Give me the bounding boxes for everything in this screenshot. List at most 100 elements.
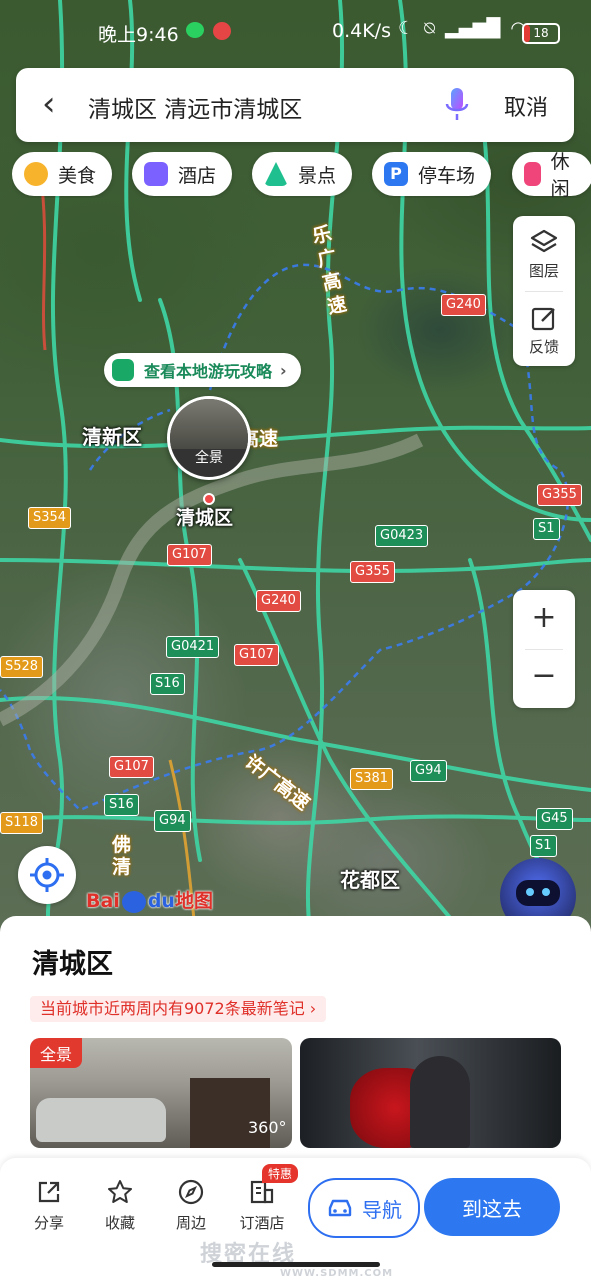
status-time: 晚上9:46	[98, 24, 179, 46]
local-guide-tip-label: 查看本地游玩攻略	[144, 362, 273, 381]
feedback-button[interactable]: 反馈	[513, 304, 575, 357]
chip-food[interactable]: 美食	[12, 152, 113, 196]
voice-mic-icon[interactable]	[444, 86, 470, 124]
chip-parking[interactable]: P 停车场	[372, 152, 492, 196]
panorama-thumbnail	[170, 399, 248, 449]
panorama-photo[interactable]: 全景 360°	[30, 1038, 292, 1148]
highway-label-foqing: 佛清	[112, 834, 132, 878]
divider	[525, 291, 563, 292]
mute-icon: ⍉	[424, 18, 435, 39]
cancel-button[interactable]: 取消	[504, 90, 548, 122]
compass-icon	[178, 1179, 204, 1205]
wechat-icon	[186, 22, 204, 38]
car-icon	[328, 1199, 352, 1217]
special-offer-badge: 特惠	[262, 1164, 299, 1183]
logo-text-bai: Bai	[86, 890, 120, 912]
zoom-in-button[interactable]: +	[513, 600, 575, 635]
layers-icon	[530, 229, 558, 253]
back-arrow-icon[interactable]: ‹	[42, 86, 56, 122]
navigate-label: 导航	[362, 1197, 402, 1222]
guide-icon	[112, 359, 134, 381]
chip-hotel[interactable]: 酒店	[132, 152, 233, 196]
feedback-label: 反馈	[528, 338, 559, 356]
logo-text-du: du	[147, 890, 175, 912]
logo-text-map: 地图	[174, 890, 213, 912]
scenic-icon	[264, 162, 288, 186]
local-guide-tip[interactable]: 查看本地游玩攻略 ›	[104, 353, 301, 387]
signal-icon: ▂▄▆█	[444, 18, 501, 39]
baidu-map-logo: Bai du地图	[86, 886, 213, 913]
location-pin[interactable]	[203, 493, 215, 505]
road-shield: G0423	[375, 525, 429, 547]
divider	[525, 649, 563, 650]
paw-icon	[121, 890, 146, 913]
robot-face	[516, 880, 560, 906]
food-icon	[24, 162, 48, 186]
zoom-control: + −	[513, 590, 575, 708]
road-shield: G355	[350, 561, 395, 583]
panorama-tag: 全景	[30, 1038, 83, 1068]
chip-label: 停车场	[418, 164, 476, 187]
chip-label: 休闲	[550, 152, 570, 198]
navigate-button[interactable]: 导航	[308, 1178, 420, 1238]
parking-icon: P	[384, 162, 408, 186]
layers-label: 图层	[528, 262, 559, 280]
chip-leisure[interactable]: 休闲	[512, 152, 591, 198]
map-tools: 图层 反馈	[513, 216, 575, 366]
share-button[interactable]: 分享	[21, 1178, 77, 1233]
search-bar[interactable]: ‹ 清城区 清远市清城区 取消	[16, 68, 574, 142]
favorite-button[interactable]: 收藏	[92, 1178, 148, 1233]
home-indicator[interactable]	[212, 1262, 380, 1267]
360-badge: 360°	[248, 1118, 287, 1137]
zoom-out-button[interactable]: −	[513, 658, 575, 693]
panorama-bubble[interactable]: 全景	[167, 396, 251, 480]
watermark-url: WWW.SDMM.COM	[280, 1268, 394, 1279]
moon-icon: ☾	[398, 18, 415, 39]
watermark: 搜密在线 WWW.SDMM.COM	[200, 1236, 393, 1279]
road-shield: S16	[104, 794, 139, 816]
locate-me-button[interactable]	[18, 846, 76, 904]
go-there-button[interactable]: 到这去	[424, 1178, 560, 1236]
battery-icon: 18	[522, 23, 560, 44]
road-shield: G107	[109, 756, 154, 778]
road-shield: G94	[410, 760, 447, 782]
chip-label: 美食	[58, 164, 97, 187]
nearby-label: 周边	[175, 1214, 206, 1232]
photo-doorway	[190, 1078, 270, 1148]
book-hotel-button[interactable]: 订酒店	[234, 1178, 290, 1233]
place-label-qingxin[interactable]: 清新区	[82, 421, 142, 450]
road-shield: G94	[154, 810, 191, 832]
photo-car	[36, 1098, 166, 1142]
chip-scenic[interactable]: 景点	[252, 152, 353, 196]
notes-banner[interactable]: 当前城市近两周内有9072条最新笔记 ›	[30, 996, 327, 1022]
share-icon	[38, 1181, 60, 1203]
go-there-label: 到这去	[462, 1196, 522, 1221]
user-photo[interactable]	[300, 1038, 561, 1148]
place-label-huadu[interactable]: 花都区	[340, 864, 400, 893]
chip-label: 景点	[298, 164, 337, 187]
status-bar: 晚上9:46 0.4K/s ☾ ⍉ ▂▄▆█ ◠ 18	[0, 0, 591, 62]
place-label-qingcheng[interactable]: 清城区	[176, 503, 233, 530]
search-query[interactable]: 清城区 清远市清城区	[88, 90, 302, 124]
book-hotel-label: 订酒店	[239, 1214, 285, 1232]
road-shield: G0421	[166, 636, 220, 658]
road-shield: G45	[536, 808, 573, 830]
road-shield: G240	[441, 294, 486, 316]
road-shield: S381	[350, 768, 394, 790]
photo-person	[410, 1056, 470, 1148]
robot-eye	[542, 888, 550, 896]
road-shield: S528	[0, 656, 44, 678]
leisure-icon	[524, 162, 541, 186]
road-shield: S354	[28, 507, 72, 529]
road-shield: G107	[234, 644, 279, 666]
category-chips: 美食 酒店 景点 P 停车场 休闲	[12, 152, 591, 198]
chip-label: 酒店	[178, 164, 217, 187]
panorama-label: 全景	[195, 450, 223, 466]
nearby-button[interactable]: 周边	[163, 1178, 219, 1233]
favorite-label: 收藏	[104, 1214, 135, 1232]
road-shield: G240	[256, 590, 301, 612]
app-notification-icon	[213, 22, 231, 40]
layers-button[interactable]: 图层	[513, 228, 575, 281]
share-label: 分享	[33, 1214, 64, 1232]
chevron-right-icon: ›	[280, 360, 287, 380]
